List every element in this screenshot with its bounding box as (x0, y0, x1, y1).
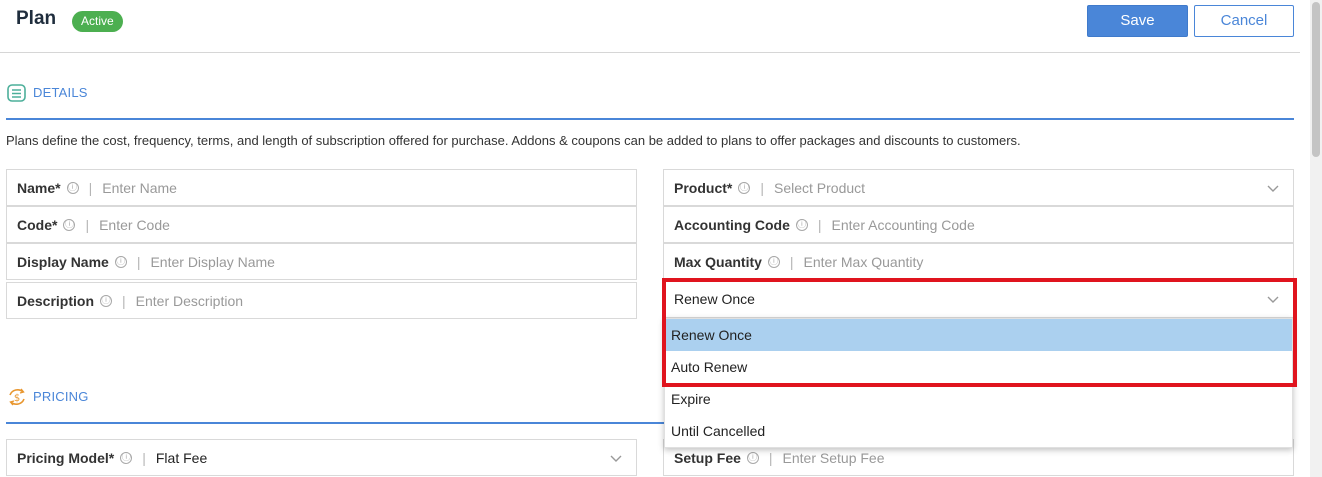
accounting-code-placeholder: Enter Accounting Code (831, 216, 975, 233)
description-field[interactable]: Description ⓘ | Enter Description (6, 282, 637, 319)
renewal-select[interactable]: Renew Once (663, 280, 1294, 318)
info-icon: ⓘ (63, 218, 76, 231)
info-icon: ⓘ (114, 255, 127, 268)
option-expire[interactable]: Expire (665, 383, 1292, 415)
page-header: Plan Active Save Cancel (0, 0, 1300, 53)
code-field[interactable]: Code* ⓘ | Enter Code (6, 206, 637, 243)
pricing-model-select[interactable]: Pricing Model* ⓘ | Flat Fee (6, 439, 637, 476)
field-separator: | (88, 179, 93, 196)
field-separator: | (122, 292, 126, 309)
product-placeholder: Select Product (773, 179, 866, 196)
description-placeholder: Enter Description (135, 292, 244, 309)
scrollbar-thumb[interactable] (1312, 2, 1320, 157)
max-quantity-placeholder: Enter Max Quantity (803, 253, 924, 270)
field-separator: | (789, 253, 794, 270)
name-placeholder: Enter Name (102, 179, 177, 196)
info-icon: ⓘ (100, 294, 113, 307)
field-separator: | (760, 179, 764, 196)
name-label: Name* (17, 179, 61, 196)
renewal-selected-value: Renew Once (674, 291, 755, 307)
info-icon: ⓘ (738, 181, 751, 194)
field-separator: | (817, 216, 822, 233)
option-until-cancelled[interactable]: Until Cancelled (665, 415, 1292, 447)
product-label: Product* (674, 179, 733, 196)
field-separator: | (85, 216, 90, 233)
info-icon: ⓘ (746, 451, 759, 464)
info-icon: ⓘ (795, 218, 808, 231)
accounting-code-field[interactable]: Accounting Code ⓘ | Enter Accounting Cod… (663, 206, 1294, 243)
display-name-placeholder: Enter Display Name (150, 253, 275, 270)
svg-text:$: $ (14, 393, 20, 404)
field-separator: | (136, 253, 141, 270)
chevron-down-icon[interactable] (1267, 182, 1279, 194)
name-field[interactable]: Name* ⓘ | Enter Name (6, 169, 637, 206)
info-icon: ⓘ (66, 181, 79, 194)
code-placeholder: Enter Code (99, 216, 170, 233)
pricing-refresh-dollar-icon: $ (9, 388, 25, 406)
page-title: Plan (16, 8, 57, 29)
description-label: Description (17, 292, 95, 309)
code-label: Code* (17, 216, 58, 233)
info-icon: ⓘ (767, 255, 780, 268)
setup-fee-label: Setup Fee (674, 449, 741, 466)
pricing-model-label: Pricing Model* (17, 449, 115, 466)
details-section-label: DETAILS (33, 85, 88, 100)
chevron-down-icon[interactable] (1267, 293, 1279, 305)
save-button[interactable]: Save (1087, 5, 1188, 37)
renewal-dropdown-menu: Renew Once Auto Renew Expire Until Cance… (664, 318, 1293, 448)
details-section-header: DETAILS (6, 82, 1294, 120)
setup-fee-placeholder: Enter Setup Fee (782, 449, 885, 466)
info-icon: ⓘ (120, 451, 133, 464)
field-separator: | (768, 449, 773, 466)
field-separator: | (142, 449, 146, 466)
pricing-model-value: Flat Fee (155, 449, 208, 466)
page-scrollbar[interactable] (1310, 0, 1322, 477)
option-auto-renew[interactable]: Auto Renew (665, 351, 1292, 383)
accounting-code-label: Accounting Code (674, 216, 790, 233)
max-quantity-label: Max Quantity (674, 253, 762, 270)
pricing-section-header: $ PRICING (6, 386, 666, 424)
display-name-field[interactable]: Display Name ⓘ | Enter Display Name (6, 243, 637, 280)
details-description: Plans define the cost, frequency, terms,… (6, 133, 1021, 148)
list-icon (7, 84, 26, 102)
cancel-button[interactable]: Cancel (1194, 5, 1294, 37)
max-quantity-field[interactable]: Max Quantity ⓘ | Enter Max Quantity (663, 243, 1294, 280)
pricing-section-label: PRICING (33, 389, 89, 404)
product-select[interactable]: Product* ⓘ | Select Product (663, 169, 1294, 206)
status-badge: Active (72, 11, 123, 32)
option-renew-once[interactable]: Renew Once (665, 319, 1292, 351)
display-name-label: Display Name (17, 253, 109, 270)
chevron-down-icon[interactable] (610, 452, 622, 464)
